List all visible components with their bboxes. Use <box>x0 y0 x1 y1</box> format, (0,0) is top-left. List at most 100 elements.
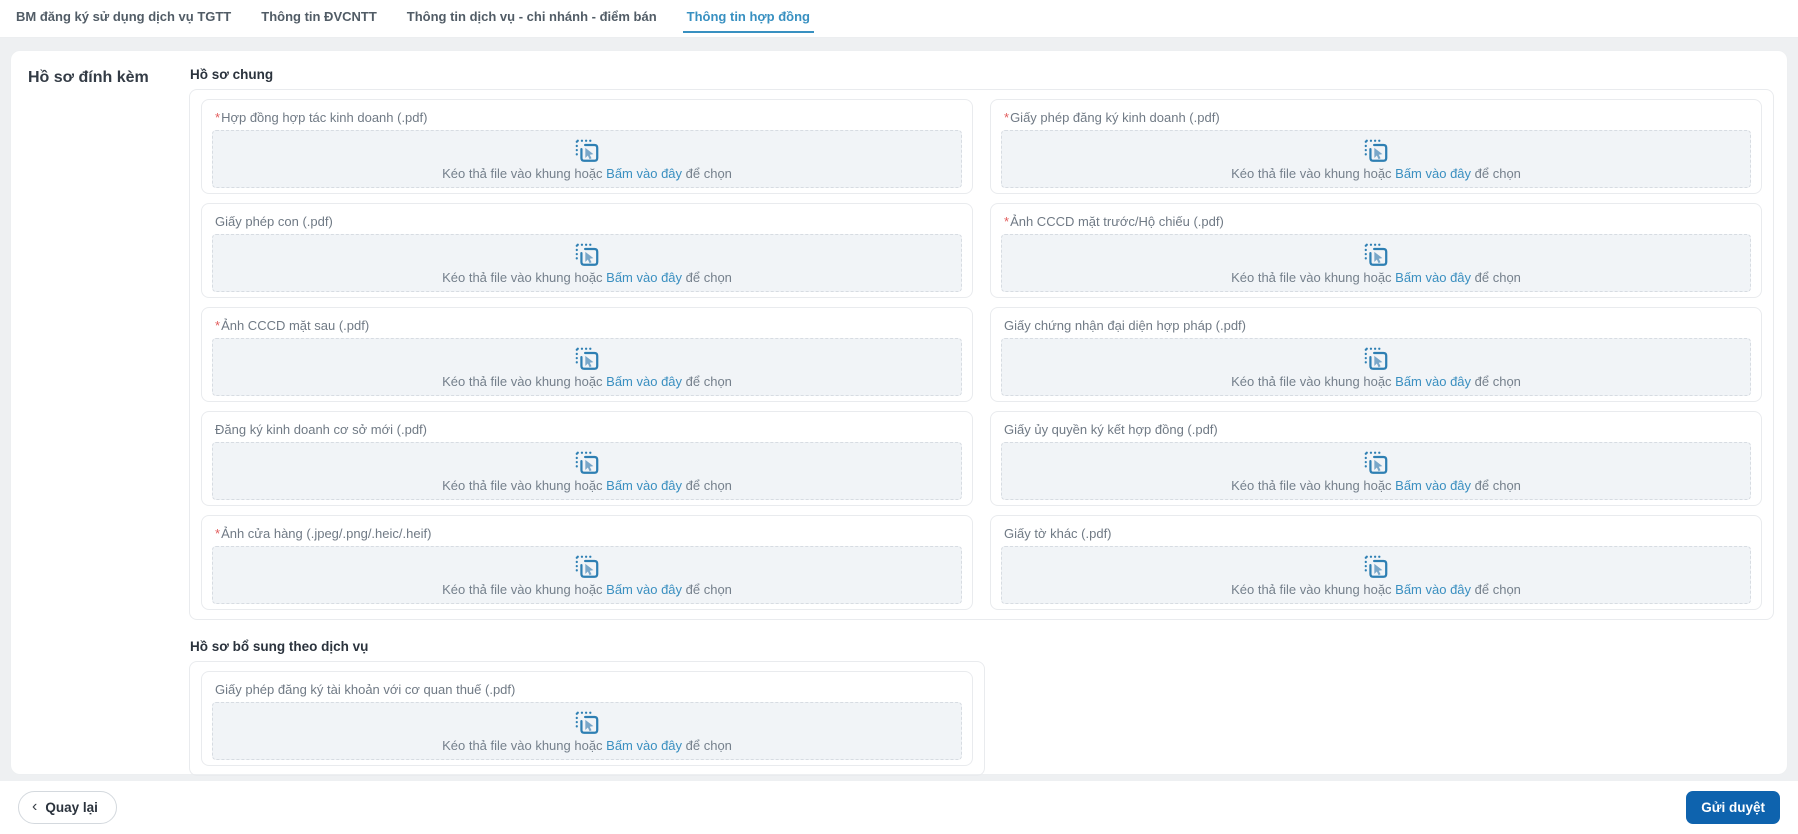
upload-field: *Ảnh CCCD mặt sau (.pdf) Kéo thả file và… <box>201 307 973 402</box>
required-asterisk: * <box>215 526 221 541</box>
tab-bar: BM đăng ký sử dụng dịch vụ TGTT Thông ti… <box>0 0 1798 38</box>
required-asterisk: * <box>1004 110 1010 125</box>
browse-link[interactable]: Bấm vào đây <box>606 374 682 389</box>
file-dropzone[interactable]: Kéo thả file vào khung hoặc Bấm vào đây … <box>212 702 962 760</box>
browse-link[interactable]: Bấm vào đây <box>1395 582 1471 597</box>
select-file-icon <box>574 554 600 580</box>
dropzone-hint-suffix: để chọn <box>682 165 732 181</box>
upload-field: *Ảnh cửa hàng (.jpeg/.png/.heic/.heif) K… <box>201 515 973 610</box>
dropzone-hint-prefix: Kéo thả file vào khung hoặc <box>442 477 607 493</box>
dropzone-hint-prefix: Kéo thả file vào khung hoặc <box>1231 269 1396 285</box>
chevron-left-icon: ‹ <box>32 797 38 815</box>
upload-field: *Giấy chứng nhận đại diện hợp pháp (.pdf… <box>990 307 1762 402</box>
dropzone-hint-suffix: để chọn <box>1471 581 1521 597</box>
field-label: *Ảnh cửa hàng (.jpeg/.png/.heic/.heif) <box>202 516 972 541</box>
dropzone-hint-prefix: Kéo thả file vào khung hoặc <box>1231 581 1396 597</box>
dropzone-hint-suffix: để chọn <box>682 477 732 493</box>
field-label: *Đăng ký kinh doanh cơ sở mới (.pdf) <box>202 412 972 437</box>
file-dropzone[interactable]: Kéo thả file vào khung hoặc Bấm vào đây … <box>1001 442 1751 500</box>
tab-2[interactable]: Thông tin ĐVCNTT <box>261 0 377 37</box>
field-label-text: Giấy phép đăng ký kinh doanh (.pdf) <box>1010 110 1220 125</box>
file-dropzone[interactable]: Kéo thả file vào khung hoặc Bấm vào đây … <box>1001 546 1751 604</box>
field-label-text: Giấy phép đăng ký tài khoản với cơ quan … <box>215 682 516 697</box>
dropzone-hint: Kéo thả file vào khung hoặc Bấm vào đây … <box>442 166 732 181</box>
select-file-icon <box>574 138 600 164</box>
browse-link[interactable]: Bấm vào đây <box>606 738 682 753</box>
browse-link[interactable]: Bấm vào đây <box>1395 270 1471 285</box>
form-section: Hồ sơ bổ sung theo dịch vụ *Giấy phép đă… <box>189 639 1774 776</box>
upload-field: *Hợp đồng hợp tác kinh doanh (.pdf) Kéo … <box>201 99 973 194</box>
dropzone-hint-suffix: để chọn <box>1471 269 1521 285</box>
back-button[interactable]: ‹ Quay lại <box>18 791 117 824</box>
file-dropzone[interactable]: Kéo thả file vào khung hoặc Bấm vào đây … <box>212 234 962 292</box>
dropzone-hint-suffix: để chọn <box>682 737 732 753</box>
file-dropzone[interactable]: Kéo thả file vào khung hoặc Bấm vào đây … <box>212 546 962 604</box>
dropzone-hint: Kéo thả file vào khung hoặc Bấm vào đây … <box>1231 582 1521 597</box>
field-label-text: Giấy chứng nhận đại diện hợp pháp (.pdf) <box>1004 318 1246 333</box>
dropzone-hint: Kéo thả file vào khung hoặc Bấm vào đây … <box>442 582 732 597</box>
upload-field: *Giấy phép con (.pdf) Kéo thả file vào k… <box>201 203 973 298</box>
dropzone-hint: Kéo thả file vào khung hoặc Bấm vào đây … <box>1231 374 1521 389</box>
dropzone-hint-suffix: để chọn <box>1471 477 1521 493</box>
section-title: Hồ sơ chung <box>190 67 274 82</box>
file-dropzone[interactable]: Kéo thả file vào khung hoặc Bấm vào đây … <box>1001 234 1751 292</box>
file-dropzone[interactable]: Kéo thả file vào khung hoặc Bấm vào đây … <box>212 338 962 396</box>
field-label: *Ảnh CCCD mặt sau (.pdf) <box>202 308 972 333</box>
dropzone-hint-prefix: Kéo thả file vào khung hoặc <box>442 737 607 753</box>
tab-label: Thông tin dịch vụ - chi nhánh - điểm bán <box>406 9 657 24</box>
field-label: *Giấy phép đăng ký tài khoản với cơ quan… <box>202 672 972 697</box>
dropzone-hint-prefix: Kéo thả file vào khung hoặc <box>1231 477 1396 493</box>
browse-link[interactable]: Bấm vào đây <box>606 582 682 597</box>
dropzone-hint-prefix: Kéo thả file vào khung hoặc <box>442 269 607 285</box>
dropzone-hint-prefix: Kéo thả file vào khung hoặc <box>442 165 607 181</box>
select-file-icon <box>574 346 600 372</box>
select-file-icon <box>1363 346 1389 372</box>
section-title: Hồ sơ bổ sung theo dịch vụ <box>190 639 369 654</box>
select-file-icon <box>1363 554 1389 580</box>
field-label: *Giấy phép con (.pdf) <box>202 204 972 229</box>
dropzone-hint-prefix: Kéo thả file vào khung hoặc <box>1231 373 1396 389</box>
browse-link[interactable]: Bấm vào đây <box>1395 374 1471 389</box>
browse-link[interactable]: Bấm vào đây <box>606 270 682 285</box>
browse-link[interactable]: Bấm vào đây <box>606 166 682 181</box>
select-file-icon <box>1363 138 1389 164</box>
tab-label: Thông tin hợp đồng <box>686 9 810 24</box>
upload-field: *Giấy phép đăng ký tài khoản với cơ quan… <box>201 671 973 766</box>
field-label: *Ảnh CCCD mặt trước/Hộ chiếu (.pdf) <box>991 204 1761 229</box>
upload-field: *Giấy tờ khác (.pdf) Kéo thả file vào kh… <box>990 515 1762 610</box>
file-dropzone[interactable]: Kéo thả file vào khung hoặc Bấm vào đây … <box>1001 130 1751 188</box>
field-label: *Giấy ủy quyền ký kết hợp đồng (.pdf) <box>991 412 1761 437</box>
file-dropzone[interactable]: Kéo thả file vào khung hoặc Bấm vào đây … <box>1001 338 1751 396</box>
upload-field: *Ảnh CCCD mặt trước/Hộ chiếu (.pdf) Kéo … <box>990 203 1762 298</box>
upload-field: *Giấy phép đăng ký kinh doanh (.pdf) Kéo… <box>990 99 1762 194</box>
tab-4[interactable]: Thông tin hợp đồng <box>682 0 815 37</box>
field-label: *Giấy tờ khác (.pdf) <box>991 516 1761 541</box>
submit-button[interactable]: Gửi duyệt <box>1686 791 1780 824</box>
file-dropzone[interactable]: Kéo thả file vào khung hoặc Bấm vào đây … <box>212 442 962 500</box>
tab-label: Thông tin ĐVCNTT <box>261 9 377 24</box>
dropzone-hint-suffix: để chọn <box>1471 165 1521 181</box>
dropzone-hint: Kéo thả file vào khung hoặc Bấm vào đây … <box>1231 478 1521 493</box>
upload-field: *Đăng ký kinh doanh cơ sở mới (.pdf) Kéo… <box>201 411 973 506</box>
page-title: Hồ sơ đính kèm <box>28 69 149 86</box>
upload-field: *Giấy ủy quyền ký kết hợp đồng (.pdf) Ké… <box>990 411 1762 506</box>
dropzone-hint: Kéo thả file vào khung hoặc Bấm vào đây … <box>442 270 732 285</box>
browse-link[interactable]: Bấm vào đây <box>606 478 682 493</box>
browse-link[interactable]: Bấm vào đây <box>1395 478 1471 493</box>
tab-3[interactable]: Thông tin dịch vụ - chi nhánh - điểm bán <box>407 0 657 37</box>
form-section: Hồ sơ chung *Hợp đồng hợp tác kinh doanh… <box>189 67 1774 620</box>
field-label-text: Ảnh CCCD mặt trước/Hộ chiếu (.pdf) <box>1010 214 1224 229</box>
dropzone-hint: Kéo thả file vào khung hoặc Bấm vào đây … <box>442 738 732 753</box>
browse-link[interactable]: Bấm vào đây <box>1395 166 1471 181</box>
tab-label: BM đăng ký sử dụng dịch vụ TGTT <box>16 9 232 24</box>
back-button-label: Quay lại <box>45 800 98 815</box>
dropzone-hint-prefix: Kéo thả file vào khung hoặc <box>442 581 607 597</box>
select-file-icon <box>1363 242 1389 268</box>
file-dropzone[interactable]: Kéo thả file vào khung hoặc Bấm vào đây … <box>212 130 962 188</box>
section-group: *Hợp đồng hợp tác kinh doanh (.pdf) Kéo … <box>189 89 1774 620</box>
dropzone-hint-prefix: Kéo thả file vào khung hoặc <box>442 373 607 389</box>
field-label-text: Giấy phép con (.pdf) <box>215 214 333 229</box>
select-file-icon <box>574 450 600 476</box>
section-group: *Giấy phép đăng ký tài khoản với cơ quan… <box>189 661 985 776</box>
tab-1[interactable]: BM đăng ký sử dụng dịch vụ TGTT <box>16 0 231 37</box>
